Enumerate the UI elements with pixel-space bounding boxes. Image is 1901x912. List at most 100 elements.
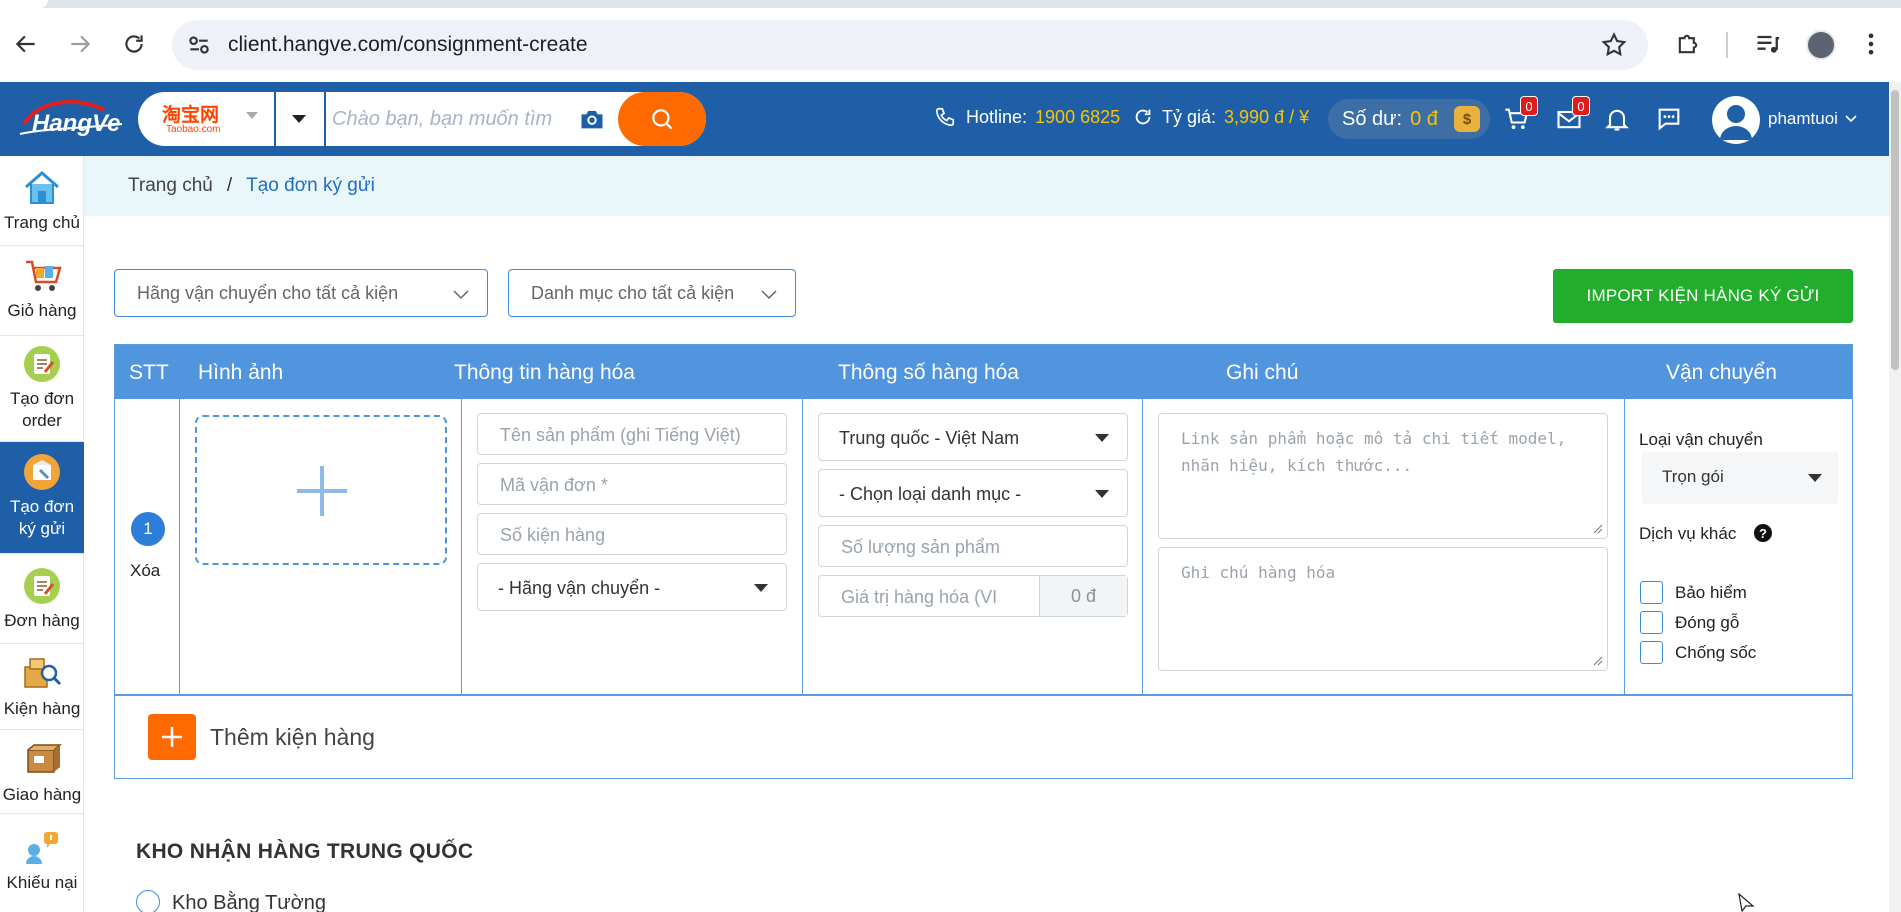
sidebar-item-cart[interactable]: Giỏ hàng bbox=[0, 246, 84, 336]
extensions-button[interactable] bbox=[1668, 24, 1708, 64]
package-count-input[interactable]: Số kiện hàng bbox=[477, 513, 787, 555]
tracking-code-input[interactable]: Mã vận đơn * bbox=[477, 463, 787, 505]
sidebar-item-label: Tạo đơn bbox=[9, 389, 75, 408]
insurance-label: Bảo hiểm bbox=[1675, 583, 1747, 602]
order-create-icon bbox=[22, 344, 62, 384]
site-info-icon[interactable] bbox=[186, 32, 212, 58]
add-package-label[interactable]: Thêm kiện hàng bbox=[210, 724, 375, 751]
warehouse-option-label[interactable]: Kho Bằng Tường bbox=[172, 892, 326, 912]
col-notes: Ghi chú bbox=[1226, 361, 1299, 384]
resize-grip-icon[interactable] bbox=[1593, 524, 1603, 534]
username[interactable]: phamtuoi bbox=[1768, 109, 1838, 129]
balance-label: Số dư: bbox=[1342, 107, 1403, 130]
balance-pill[interactable]: Số dư: 0 đ $ bbox=[1328, 99, 1490, 139]
route-select[interactable]: Trung quốc - Việt Nam bbox=[818, 413, 1128, 461]
page-scrollbar[interactable] bbox=[1889, 82, 1901, 912]
mail-badge: 0 bbox=[1572, 96, 1590, 116]
wood-packing-checkbox[interactable] bbox=[1640, 611, 1663, 634]
resize-grip-icon[interactable] bbox=[1593, 656, 1603, 666]
kebab-menu-icon bbox=[1868, 33, 1874, 55]
phone-icon bbox=[935, 107, 955, 127]
carrier-select[interactable]: - Hãng vận chuyển - bbox=[477, 563, 787, 611]
carrier-all-text: Hãng vận chuyển cho tất cả kiện bbox=[137, 283, 399, 303]
search-divider bbox=[274, 92, 276, 146]
sidebar-item-create-consignment[interactable]: Tạo đơn ký gửi bbox=[0, 442, 84, 554]
search-button[interactable] bbox=[618, 92, 706, 146]
chat-button[interactable] bbox=[1652, 102, 1686, 136]
shockproof-label: Chống sốc bbox=[1675, 643, 1757, 662]
product-name-input[interactable]: Tên sản phẩm (ghi Tiếng Việt) bbox=[477, 413, 787, 455]
app-header: HangVe 淘宝网 Taobao.com Hotline: 1900 6825… bbox=[0, 82, 1889, 156]
shipping-type-select[interactable]: Trọn gói bbox=[1642, 452, 1838, 504]
sidebar-item-label: Giỏ hàng bbox=[7, 301, 77, 320]
taobao-name: 淘宝网 bbox=[162, 105, 220, 126]
hotline-label: Hotline: bbox=[966, 106, 1028, 127]
quantity-input[interactable]: Số lượng sản phẩm bbox=[818, 525, 1128, 567]
cart-button[interactable]: 0 bbox=[1500, 96, 1538, 136]
search-input[interactable] bbox=[332, 104, 552, 134]
category-select[interactable]: - Chọn loại danh mục - bbox=[818, 469, 1128, 517]
reload-button[interactable] bbox=[114, 24, 154, 64]
mail-button[interactable]: 0 bbox=[1552, 96, 1590, 136]
row-index-badge: 1 bbox=[131, 512, 165, 546]
back-button[interactable] bbox=[6, 24, 46, 64]
help-icon[interactable]: ? bbox=[1754, 524, 1772, 542]
sidebar-item-create-order[interactable]: Tạo đơn order bbox=[0, 336, 84, 442]
breadcrumb-home[interactable]: Trang chủ bbox=[128, 175, 213, 196]
active-tab[interactable] bbox=[0, 0, 48, 8]
import-consignment-button[interactable]: IMPORT KIỆN HÀNG KÝ GỬI bbox=[1553, 269, 1853, 323]
col-image: Hình ảnh bbox=[198, 361, 284, 384]
plus-icon bbox=[297, 466, 347, 516]
value-input[interactable]: Giá trị hàng hóa (VI 0 đ bbox=[818, 575, 1128, 617]
column-divider bbox=[461, 399, 462, 694]
carrier-select-value: - Hãng vận chuyển - bbox=[498, 578, 661, 598]
chat-icon bbox=[1658, 108, 1680, 131]
refresh-icon bbox=[1135, 109, 1151, 125]
search-type-dropdown[interactable] bbox=[292, 115, 306, 123]
warehouse-radio[interactable] bbox=[136, 890, 160, 912]
address-bar[interactable]: client.hangve.com/consignment-create bbox=[172, 20, 1648, 70]
category-all-select[interactable]: Danh mục cho tất cả kiện bbox=[508, 269, 796, 317]
sidebar-item-orders[interactable]: Đơn hàng bbox=[0, 554, 84, 644]
shockproof-checkbox[interactable] bbox=[1640, 641, 1663, 664]
logo[interactable]: HangVe bbox=[18, 94, 126, 144]
goods-note-textarea[interactable]: Ghi chú hàng hóa bbox=[1158, 547, 1608, 671]
col-shipping: Vận chuyển bbox=[1666, 361, 1777, 384]
delete-row-button[interactable]: Xóa bbox=[130, 561, 160, 581]
wood-packing-label: Đóng gỗ bbox=[1675, 613, 1740, 632]
insurance-checkbox[interactable] bbox=[1640, 581, 1663, 604]
add-package-button[interactable] bbox=[148, 714, 196, 760]
bookmark-star-icon[interactable] bbox=[1600, 31, 1628, 59]
home-icon bbox=[22, 168, 62, 208]
cart-badge: 0 bbox=[1520, 96, 1538, 116]
media-button[interactable] bbox=[1748, 24, 1788, 64]
sidebar-item-packages[interactable]: Kiện hàng bbox=[0, 644, 84, 730]
forward-button[interactable] bbox=[60, 24, 100, 64]
hotline[interactable]: Hotline: 1900 6825 bbox=[934, 106, 1120, 128]
image-upload[interactable] bbox=[195, 415, 447, 565]
taobao-source-selector[interactable]: 淘宝网 Taobao.com bbox=[162, 100, 242, 138]
playlist-icon bbox=[1757, 35, 1780, 53]
chevron-down-icon[interactable] bbox=[1844, 112, 1858, 126]
package-count-placeholder: Số kiện hàng bbox=[500, 525, 606, 545]
sidebar-item-home[interactable]: Trang chủ bbox=[0, 156, 84, 246]
notifications-button[interactable] bbox=[1600, 102, 1634, 136]
sidebar-item-delivery[interactable]: Giao hàng bbox=[0, 730, 84, 814]
column-divider bbox=[1624, 399, 1625, 694]
user-avatar[interactable] bbox=[1712, 96, 1760, 144]
sidebar-item-complaints[interactable]: Khiếu nại bbox=[0, 814, 84, 912]
mouse-cursor-icon bbox=[1738, 893, 1755, 912]
scrollbar-thumb[interactable] bbox=[1891, 90, 1899, 370]
goods-note-placeholder: Ghi chú hàng hóa bbox=[1181, 563, 1336, 582]
col-product-specs: Thông số hàng hóa bbox=[838, 361, 1019, 384]
url-text[interactable]: client.hangve.com/consignment-create bbox=[228, 33, 588, 57]
profile-avatar[interactable] bbox=[1806, 30, 1836, 60]
carrier-all-select[interactable]: Hãng vận chuyển cho tất cả kiện bbox=[114, 269, 488, 317]
category-all-text: Danh mục cho tất cả kiện bbox=[531, 283, 735, 303]
placeholder-line: nhãn hiệu, kích thước... bbox=[1181, 456, 1413, 475]
camera-icon[interactable] bbox=[578, 105, 606, 133]
route-select-value: Trung quốc - Việt Nam bbox=[839, 428, 1020, 448]
bell-icon bbox=[1605, 109, 1629, 131]
product-link-textarea[interactable]: Link sản phẩm hoặc mô tả chi tiết model,… bbox=[1158, 413, 1608, 539]
browser-menu-button[interactable] bbox=[1856, 24, 1886, 64]
